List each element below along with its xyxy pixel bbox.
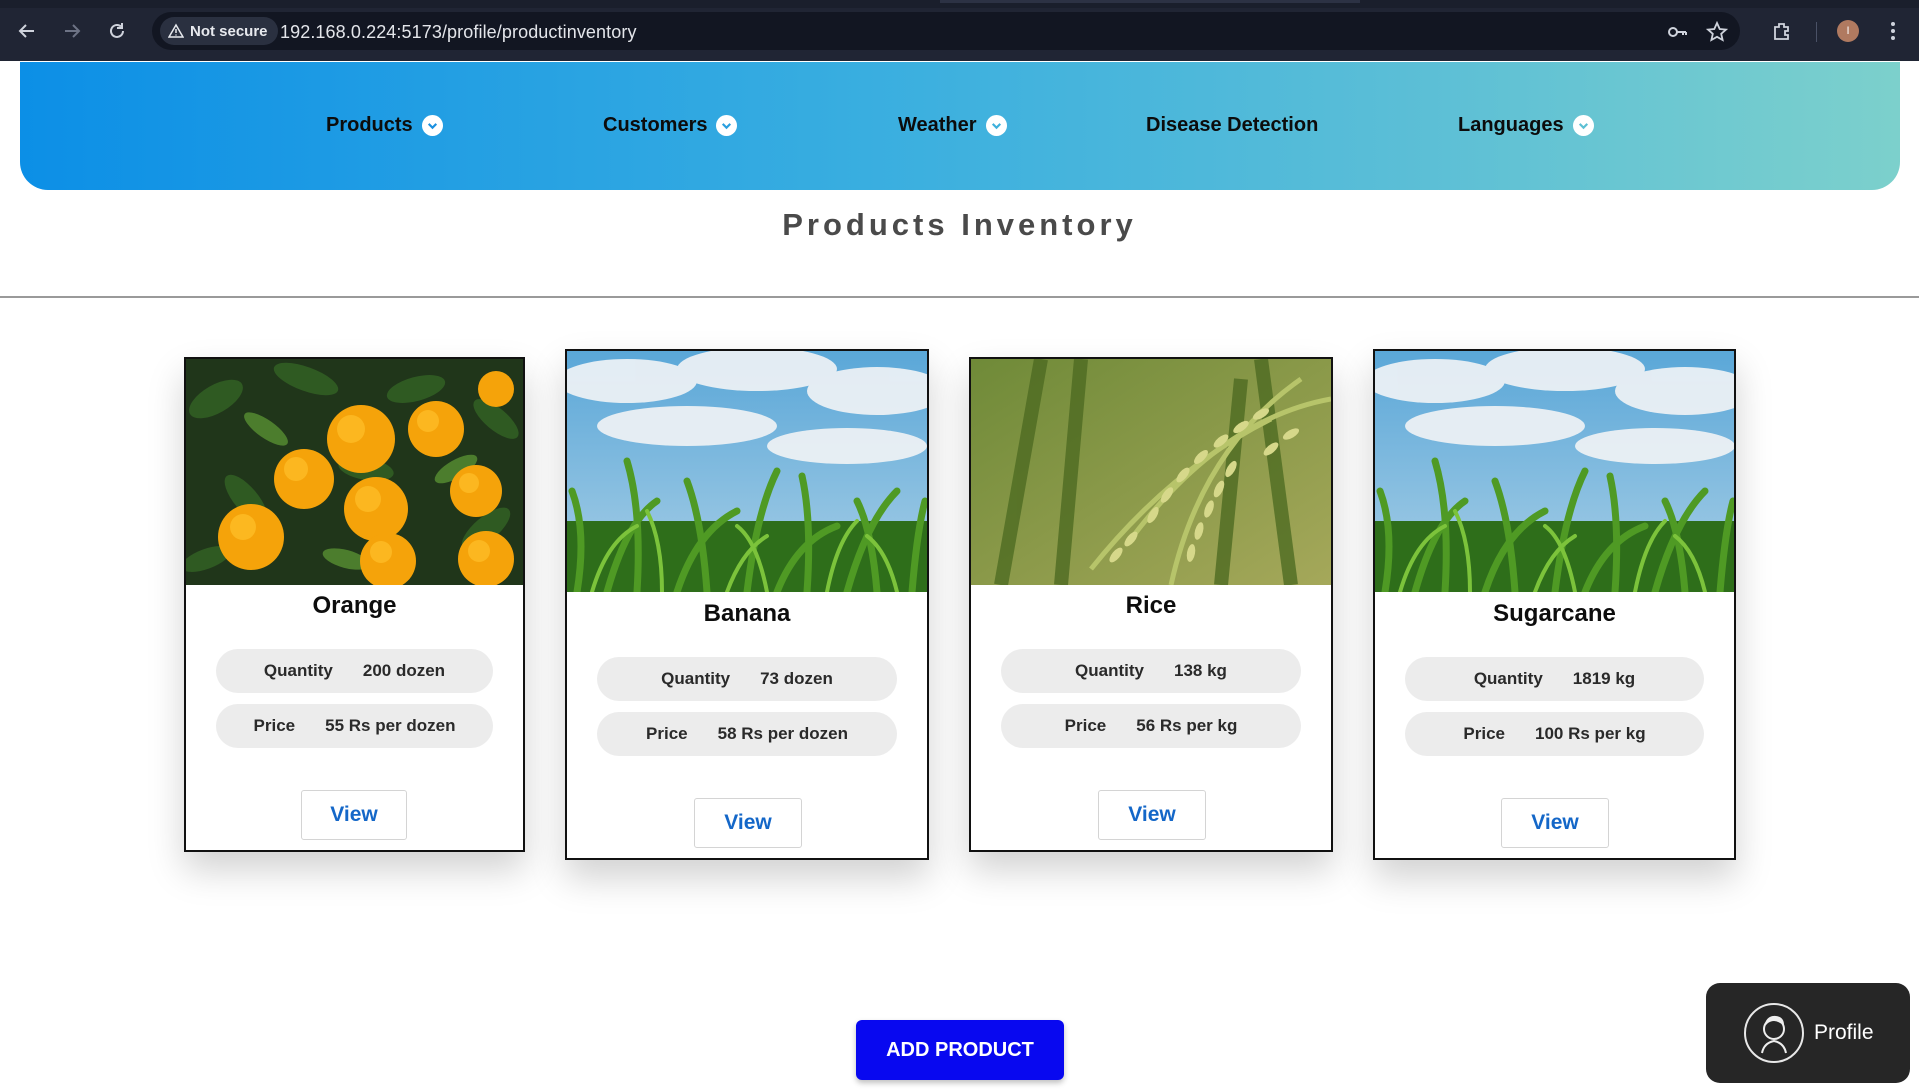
chevron-down-icon bbox=[985, 115, 1007, 136]
view-button[interactable]: View bbox=[694, 798, 802, 848]
product-name: Sugarcane bbox=[1493, 600, 1616, 627]
chevron-down-icon bbox=[421, 115, 443, 136]
reload-icon[interactable] bbox=[104, 18, 130, 44]
tab-strip bbox=[0, 0, 1919, 8]
product-image-sugarcane bbox=[1375, 351, 1734, 592]
star-icon[interactable] bbox=[1706, 21, 1728, 43]
nav-disease-detection-label: Disease Detection bbox=[1146, 114, 1319, 136]
nav-products-label: Products bbox=[326, 114, 413, 136]
url-text[interactable]: 192.168.0.224:5173/profile/productinvent… bbox=[280, 22, 637, 43]
price-pill: Price 55 Rs per dozen bbox=[216, 704, 493, 748]
nav-weather-label: Weather bbox=[898, 114, 977, 136]
price-value: 100 Rs per kg bbox=[1535, 724, 1646, 743]
extensions-icon[interactable] bbox=[1769, 17, 1795, 45]
product-image-orange bbox=[186, 359, 523, 585]
view-button[interactable]: View bbox=[301, 790, 407, 840]
quantity-label: Quantity bbox=[1473, 669, 1543, 688]
price-pill: Price 56 Rs per kg bbox=[1001, 704, 1301, 748]
product-name: Rice bbox=[1125, 592, 1177, 619]
product-name: Banana bbox=[703, 600, 791, 627]
product-image-banana bbox=[567, 351, 927, 592]
price-value: 56 Rs per kg bbox=[1136, 716, 1238, 735]
price-label: Price bbox=[253, 716, 296, 735]
security-chip[interactable]: Not secure bbox=[160, 17, 278, 45]
nav-customers-label: Customers bbox=[603, 114, 708, 136]
product-card-banana: Banana Quantity 73 dozen Price 58 Rs per… bbox=[565, 349, 929, 860]
nav-languages[interactable]: Languages bbox=[1458, 114, 1594, 137]
add-product-button[interactable]: ADD PRODUCT bbox=[856, 1020, 1064, 1080]
nav-languages-label: Languages bbox=[1458, 114, 1564, 136]
address-bar[interactable]: Not secure 192.168.0.224:5173/profile/pr… bbox=[152, 12, 1740, 50]
price-label: Price bbox=[1064, 716, 1107, 735]
product-card-orange: Orange Quantity 200 dozen Price 55 Rs pe… bbox=[184, 357, 525, 852]
quantity-value: 200 dozen bbox=[362, 661, 446, 680]
price-value: 58 Rs per dozen bbox=[717, 724, 848, 743]
product-name: Orange bbox=[312, 592, 397, 619]
quantity-pill: Quantity 1819 kg bbox=[1405, 657, 1704, 701]
price-value: 55 Rs per dozen bbox=[325, 716, 456, 735]
warning-icon bbox=[168, 23, 184, 38]
quantity-pill: Quantity 200 dozen bbox=[216, 649, 493, 693]
view-button[interactable]: View bbox=[1501, 798, 1609, 848]
product-card-rice: Rice Quantity 138 kg Price 56 Rs per kg … bbox=[969, 357, 1333, 852]
price-pill: Price 58 Rs per dozen bbox=[597, 712, 897, 756]
nav-customers[interactable]: Customers bbox=[603, 114, 738, 137]
nav-disease-detection[interactable]: Disease Detection bbox=[1146, 114, 1318, 137]
browser-toolbar: Not secure 192.168.0.224:5173/profile/pr… bbox=[0, 0, 1919, 61]
title-divider bbox=[0, 296, 1919, 298]
price-label: Price bbox=[646, 724, 688, 743]
profile-label: Profile bbox=[1814, 1021, 1874, 1044]
quantity-value: 73 dozen bbox=[760, 669, 833, 688]
view-button[interactable]: View bbox=[1098, 790, 1206, 840]
chevron-down-icon bbox=[716, 115, 738, 136]
price-pill: Price 100 Rs per kg bbox=[1405, 712, 1704, 756]
product-card-sugarcane: Sugarcane Quantity 1819 kg Price 100 Rs … bbox=[1373, 349, 1736, 860]
quantity-label: Quantity bbox=[1075, 661, 1144, 680]
quantity-label: Quantity bbox=[263, 661, 333, 680]
quantity-value: 138 kg bbox=[1174, 661, 1227, 680]
quantity-pill: Quantity 138 kg bbox=[1001, 649, 1301, 693]
quantity-pill: Quantity 73 dozen bbox=[597, 657, 897, 701]
quantity-label: Quantity bbox=[661, 669, 731, 688]
avatar-initial: I bbox=[1837, 20, 1859, 42]
toolbar-divider bbox=[1816, 22, 1817, 42]
forward-icon[interactable] bbox=[59, 18, 85, 44]
profile-avatar[interactable]: I bbox=[1835, 17, 1861, 45]
key-icon[interactable] bbox=[1666, 21, 1688, 43]
nav-products[interactable]: Products bbox=[326, 114, 443, 137]
price-label: Price bbox=[1463, 724, 1506, 743]
profile-button[interactable]: Profile bbox=[1706, 983, 1910, 1083]
menu-icon[interactable] bbox=[1880, 17, 1906, 45]
product-image-rice bbox=[971, 359, 1331, 585]
profile-avatar-icon bbox=[1744, 1003, 1804, 1063]
chevron-down-icon bbox=[1572, 115, 1594, 136]
quantity-value: 1819 kg bbox=[1572, 669, 1636, 688]
main-navbar: Products Customers Weather Disease Detec… bbox=[20, 62, 1900, 190]
page-title: Products Inventory bbox=[782, 207, 1137, 242]
security-label: Not secure bbox=[190, 22, 268, 40]
nav-weather[interactable]: Weather bbox=[898, 114, 1007, 137]
back-icon[interactable] bbox=[14, 18, 40, 44]
